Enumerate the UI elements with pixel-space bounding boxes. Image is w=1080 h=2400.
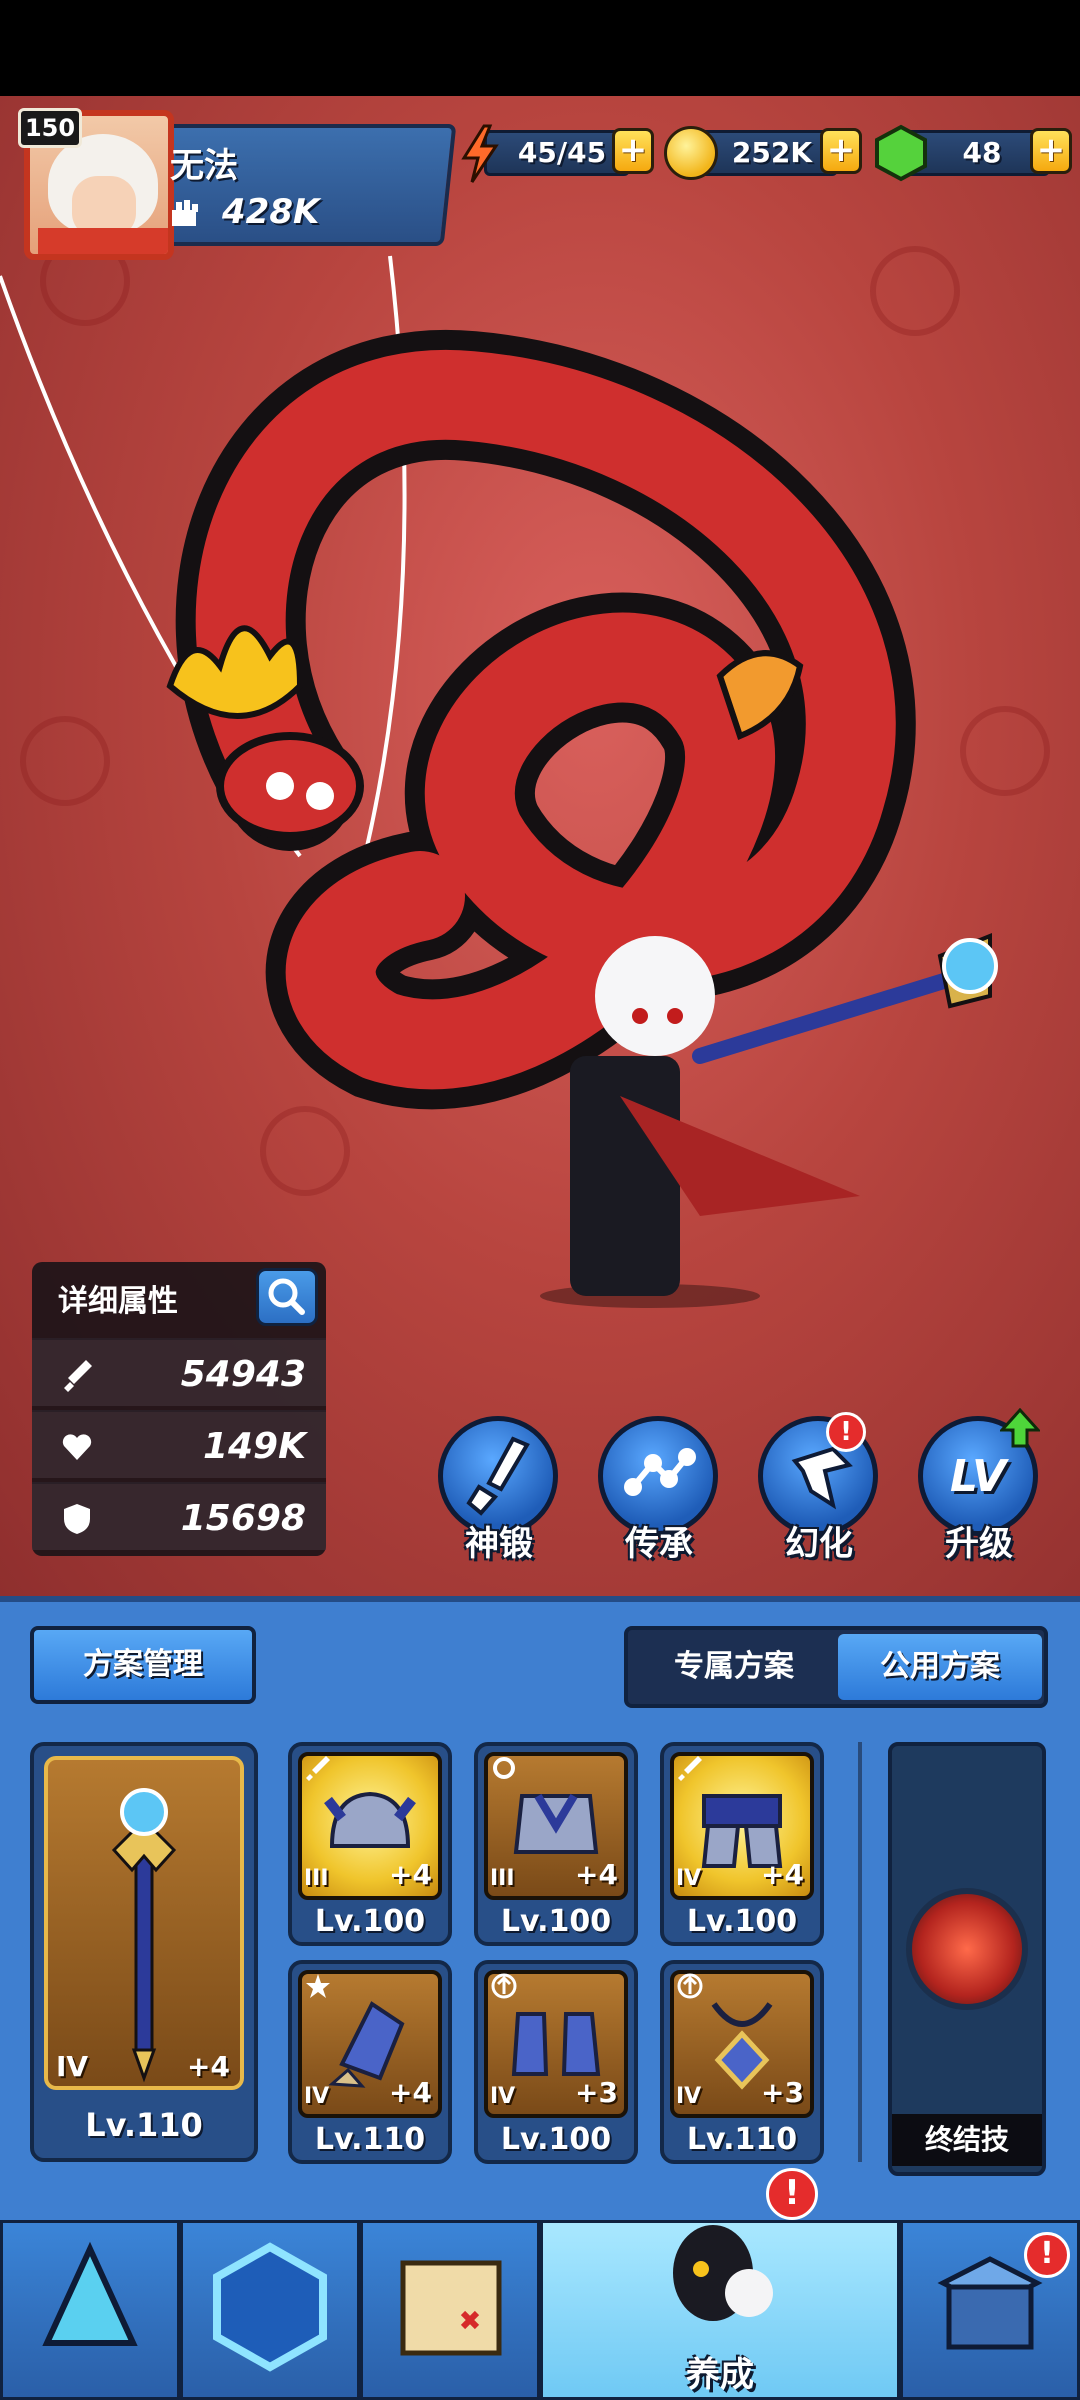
gear-tier: III bbox=[490, 1866, 515, 1891]
stats-search-button[interactable] bbox=[256, 1268, 318, 1326]
player-level-badge: 150 bbox=[18, 108, 82, 148]
gear-slot-helmet[interactable]: III +4 Lv.100 bbox=[288, 1742, 452, 1946]
power-fist-icon bbox=[172, 200, 198, 226]
gear-plus: +4 bbox=[575, 1858, 618, 1891]
action-label: 升级 bbox=[945, 1524, 1013, 1564]
ultimate-skill-slot[interactable]: 终结技 bbox=[888, 1742, 1046, 2176]
heart-icon bbox=[62, 1434, 92, 1460]
gear-tier: IV bbox=[490, 2084, 516, 2109]
gems-counter: 48 + bbox=[872, 124, 1072, 182]
stats-title: 详细属性 bbox=[58, 1284, 178, 1319]
gear-level: Lv.100 bbox=[500, 2122, 612, 2157]
plan-toggle: 专属方案 公用方案 bbox=[624, 1626, 1048, 1708]
weapon-frame: IV +4 bbox=[44, 1756, 244, 2090]
ultimate-skill-label: 终结技 bbox=[892, 2114, 1042, 2166]
map-icon bbox=[400, 2260, 502, 2356]
arrow-up-mark-icon bbox=[677, 1973, 703, 1999]
equipment-panel: 方案管理 专属方案 公用方案 IV +4 Lv.110 III +4 Lv.10 bbox=[0, 1596, 1080, 2220]
status-bar bbox=[0, 0, 1080, 96]
lightning-icon bbox=[461, 124, 499, 183]
action-label: 幻化 bbox=[785, 1524, 853, 1564]
avatar-robe bbox=[38, 228, 168, 254]
weapon-slot[interactable]: IV +4 Lv.110 bbox=[30, 1742, 258, 2162]
weapon-plus: +4 bbox=[187, 2050, 230, 2083]
detail-stats-panel: 详细属性 54943 149K 15698 bbox=[32, 1262, 326, 1556]
gear-plus: +3 bbox=[575, 2076, 618, 2109]
energy-value: 45/45 bbox=[517, 136, 607, 169]
gear-level: Lv.100 bbox=[314, 1904, 426, 1939]
action-inheritance-button[interactable]: 传承 bbox=[594, 1416, 724, 1566]
gear-slot-amulet[interactable]: IV +3 Lv.110 bbox=[660, 1960, 824, 2164]
sword-mark-icon bbox=[306, 1756, 330, 1781]
nav-map[interactable] bbox=[360, 2220, 540, 2400]
gear-level: Lv.100 bbox=[686, 1904, 798, 1939]
player-name: 无法 bbox=[170, 146, 238, 186]
gear-plus: +4 bbox=[761, 1858, 804, 1891]
gear-level: Lv.110 bbox=[686, 2122, 798, 2157]
gear-slot-belt[interactable]: IV +4 Lv.100 bbox=[660, 1742, 824, 1946]
plan-management-button[interactable]: 方案管理 bbox=[30, 1626, 256, 1704]
character-icon bbox=[673, 2225, 773, 2321]
gear-tier: IV bbox=[676, 1866, 702, 1891]
shield-icon bbox=[64, 1504, 90, 1534]
gear-plus: +4 bbox=[389, 2076, 432, 2109]
gear-tier: IV bbox=[304, 2084, 330, 2109]
action-label: 传承 bbox=[625, 1524, 693, 1564]
nav-cultivate[interactable]: 养成 bbox=[540, 2220, 900, 2400]
player-power: 428K bbox=[222, 192, 320, 232]
sword-mark-icon bbox=[678, 1756, 702, 1781]
panel-divider bbox=[858, 1742, 862, 2162]
weapon-tier: IV bbox=[56, 2050, 89, 2083]
gems-value: 48 bbox=[962, 136, 1002, 169]
action-divine-forge-button[interactable]: 神锻 bbox=[434, 1416, 564, 1566]
gear-slot-gloves[interactable]: IV +4 Lv.110 bbox=[288, 1960, 452, 2164]
tab-exclusive-plan[interactable]: 专属方案 bbox=[632, 1634, 836, 1700]
shop-alert-badge: ! bbox=[1024, 2232, 1070, 2278]
arrow-up-mark-icon bbox=[491, 1973, 517, 1999]
stat-row-attack: 54943 bbox=[32, 1338, 326, 1406]
lv-glyph: LV bbox=[949, 1451, 1007, 1502]
gold-value: 252K bbox=[731, 136, 813, 169]
upgrade-arrow-icon bbox=[1000, 1408, 1040, 1448]
gear-slot-boots[interactable]: IV +3 Lv.100 bbox=[474, 1960, 638, 2164]
green-gem-icon bbox=[875, 124, 927, 182]
ultimate-skill-icon bbox=[906, 1888, 1028, 2010]
action-label: 神锻 bbox=[465, 1524, 533, 1564]
stat-row-hp: 149K bbox=[32, 1410, 326, 1478]
gear-level: Lv.100 bbox=[500, 1904, 612, 1939]
stat-hp-value: 149K bbox=[202, 1426, 306, 1467]
star-burst-mark-icon bbox=[306, 1974, 330, 1998]
gold-counter: 252K + bbox=[664, 126, 864, 180]
gear-level: Lv.110 bbox=[314, 2122, 426, 2157]
battle-icon bbox=[42, 2241, 138, 2346]
add-gems-button[interactable]: + bbox=[1030, 128, 1072, 174]
magnifier-icon bbox=[268, 1278, 305, 1315]
gear-slot-armor[interactable]: III +4 Lv.100 bbox=[474, 1742, 638, 1946]
gear-plus: +4 bbox=[389, 1858, 432, 1891]
cycle-mark-icon bbox=[493, 1757, 515, 1779]
gear-plus: +3 bbox=[761, 2076, 804, 2109]
energy-counter: 45/45 + bbox=[460, 124, 656, 183]
gold-coin-icon bbox=[664, 126, 718, 180]
add-gold-button[interactable]: + bbox=[820, 128, 862, 174]
stat-attack-value: 54943 bbox=[180, 1354, 306, 1395]
sword-icon bbox=[64, 1360, 92, 1392]
nav-rune[interactable] bbox=[180, 2220, 360, 2400]
add-energy-button[interactable]: + bbox=[612, 128, 654, 174]
tab-public-plan[interactable]: 公用方案 bbox=[838, 1634, 1042, 1700]
rune-icon bbox=[213, 2242, 327, 2372]
cultivate-alert-badge: ! bbox=[766, 2168, 818, 2220]
bottom-nav: 养成 bbox=[0, 2220, 1080, 2400]
gear-tier: III bbox=[304, 1866, 329, 1891]
nav-battle[interactable] bbox=[0, 2220, 180, 2400]
nav-cultivate-label: 养成 bbox=[686, 2355, 754, 2395]
gear-tier: IV bbox=[676, 2084, 702, 2109]
stat-row-defense: 15698 bbox=[32, 1482, 326, 1550]
staff-icon bbox=[111, 1788, 177, 2083]
transform-alert-badge: ! bbox=[826, 1412, 866, 1452]
weapon-level: Lv.110 bbox=[85, 2106, 203, 2144]
stat-defense-value: 15698 bbox=[180, 1498, 306, 1539]
